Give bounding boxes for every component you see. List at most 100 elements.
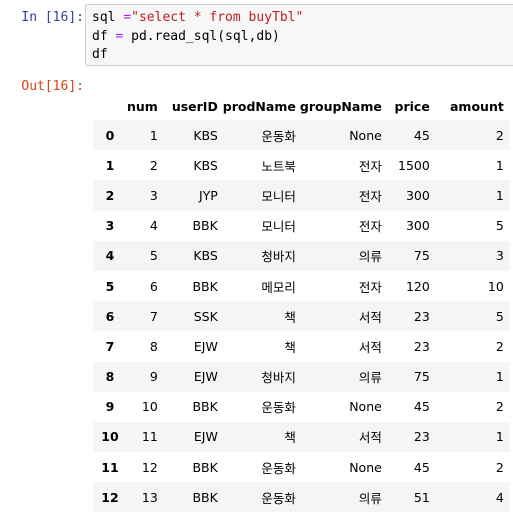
table-cell-num: 4 bbox=[149, 218, 158, 234]
table-cell-groupname: 서적 bbox=[358, 339, 382, 355]
output-prompt: Out[16]: bbox=[21, 79, 84, 94]
table-cell-num: 9 bbox=[149, 369, 158, 385]
table-cell-prodname: 운동화 bbox=[261, 400, 296, 416]
row-index: 11 bbox=[101, 459, 119, 475]
table-row: 9 10 BBK 운동화 None 45 2 bbox=[93, 391, 510, 422]
table-cell-groupname: 전자 bbox=[358, 219, 382, 235]
row-index: 2 bbox=[105, 187, 115, 203]
table-header-row: num userID prodName groupName price amou… bbox=[93, 92, 510, 120]
table-cell-groupname: None bbox=[349, 459, 382, 475]
table-cell-amount: 4 bbox=[495, 489, 504, 505]
table-cell-num: 6 bbox=[149, 278, 158, 294]
table-cell-prodname: 노트북 bbox=[261, 158, 296, 174]
table-cell-amount: 10 bbox=[487, 278, 504, 294]
code-operator: = bbox=[123, 10, 132, 25]
table-cell-groupname: 전자 bbox=[358, 158, 382, 174]
table-cell-amount: 2 bbox=[495, 459, 504, 475]
table-cell-amount: 1 bbox=[495, 369, 504, 385]
table-cell-amount: 5 bbox=[495, 308, 504, 324]
table-row: 0 1 KBS 운동화 None 45 2 bbox=[93, 120, 510, 151]
table-cell-price: 23 bbox=[413, 308, 430, 324]
table-row: 2 3 JYP 모니터 전자 300 1 bbox=[93, 180, 510, 211]
table-cell-prodname: 메모리 bbox=[261, 279, 296, 295]
code-line-1: sql ="select * from buyTbl" bbox=[92, 9, 513, 28]
column-header: amount bbox=[450, 98, 504, 114]
table-cell-groupname: 의류 bbox=[358, 249, 382, 265]
table-row: 3 4 BBK 모니터 전자 300 5 bbox=[93, 210, 510, 241]
table-cell-price: 75 bbox=[413, 369, 430, 385]
code-string: "select * from buyTbl" bbox=[131, 10, 304, 25]
table-cell-userid: KBS bbox=[193, 248, 218, 264]
table-cell-prodname: 운동화 bbox=[261, 128, 296, 144]
table-cell-price: 300 bbox=[405, 218, 430, 234]
input-prompt: In [16]: bbox=[21, 10, 84, 25]
column-header: userID bbox=[171, 98, 218, 114]
table-cell-groupname: 서적 bbox=[358, 309, 382, 325]
table-row: 12 13 BBK 운동화 의류 51 4 bbox=[93, 482, 510, 513]
table-cell-num: 8 bbox=[149, 338, 158, 354]
table-cell-amount: 2 bbox=[495, 127, 504, 143]
table-cell-amount: 1 bbox=[495, 157, 504, 173]
row-index: 3 bbox=[105, 218, 115, 234]
table-cell-amount: 5 bbox=[495, 218, 504, 234]
code-line-2: df = pd.read_sql(sql,db) bbox=[92, 28, 513, 47]
table-row: 10 11 EJW 책 서적 23 1 bbox=[93, 421, 510, 453]
table-cell-userid: KBS bbox=[193, 127, 218, 143]
table-cell-prodname: 책 bbox=[284, 339, 296, 355]
table-cell-price: 300 bbox=[405, 187, 430, 203]
table-cell-userid: BBK bbox=[192, 399, 218, 415]
table-cell-num: 12 bbox=[141, 459, 158, 475]
table-cell-userid: KBS bbox=[193, 157, 218, 173]
table-cell-prodname: 청바지 bbox=[261, 370, 296, 386]
table-cell-groupname: 전자 bbox=[358, 279, 382, 295]
table-cell-amount: 1 bbox=[495, 187, 504, 203]
table-cell-groupname: None bbox=[349, 127, 382, 143]
table-cell-groupname: None bbox=[349, 399, 382, 415]
table-cell-price: 45 bbox=[413, 127, 430, 143]
table-cell-num: 1 bbox=[149, 127, 158, 143]
table-cell-amount: 2 bbox=[495, 399, 504, 415]
table-cell-price: 120 bbox=[405, 278, 430, 294]
row-index: 6 bbox=[105, 308, 115, 324]
table-cell-userid: EJW bbox=[193, 429, 218, 445]
table-cell-amount: 1 bbox=[495, 429, 504, 445]
code-token: pd.read_sql(sql,db) bbox=[123, 28, 280, 44]
table-cell-groupname: 의류 bbox=[358, 490, 382, 506]
table-cell-prodname: 모니터 bbox=[261, 188, 296, 204]
table-cell-num: 5 bbox=[149, 248, 158, 264]
code-token: df bbox=[92, 28, 116, 44]
table-cell-price: 51 bbox=[413, 489, 430, 505]
dataframe-table: num userID prodName groupName price amou… bbox=[93, 92, 510, 513]
table-cell-userid: BBK bbox=[192, 459, 218, 475]
table-cell-prodname: 청바지 bbox=[261, 249, 296, 265]
table-cell-groupname: 서적 bbox=[358, 430, 382, 446]
table-cell-amount: 3 bbox=[495, 248, 504, 264]
table-cell-userid: BBK bbox=[192, 489, 218, 505]
table-cell-price: 23 bbox=[413, 429, 430, 445]
table-cell-userid: SSK bbox=[193, 308, 218, 324]
column-header: price bbox=[394, 98, 430, 114]
table-cell-groupname: 전자 bbox=[358, 188, 382, 204]
table-cell-price: 45 bbox=[413, 399, 430, 415]
row-index: 12 bbox=[101, 489, 119, 505]
table-cell-userid: EJW bbox=[193, 369, 218, 385]
table-cell-prodname: 책 bbox=[284, 430, 296, 446]
table-row: 7 8 EJW 책 서적 23 2 bbox=[93, 331, 510, 362]
table-cell-userid: BBK bbox=[192, 218, 218, 234]
table-cell-prodname: 운동화 bbox=[261, 460, 296, 476]
row-index: 5 bbox=[105, 278, 115, 294]
column-header: groupName bbox=[299, 98, 382, 114]
row-index: 4 bbox=[105, 248, 115, 264]
index-header bbox=[93, 92, 127, 120]
code-editor[interactable]: sql ="select * from buyTbl" df = pd.read… bbox=[85, 4, 513, 66]
table-cell-price: 23 bbox=[413, 338, 430, 354]
column-header: num bbox=[127, 98, 158, 114]
row-index: 10 bbox=[101, 429, 119, 445]
table-cell-num: 2 bbox=[149, 157, 158, 173]
table-cell-num: 3 bbox=[149, 187, 158, 203]
code-line-3: df bbox=[92, 47, 108, 62]
table-cell-price: 1500 bbox=[398, 157, 430, 173]
table-row: 1 2 KBS 노트북 전자 1500 1 bbox=[93, 150, 510, 181]
table-row: 8 9 EJW 청바지 의류 75 1 bbox=[93, 361, 510, 392]
table-body: 0 1 KBS 운동화 None 45 2 1 2 KBS 노트북 전자 1500 1 2 3 JYP 모니터 전자… bbox=[93, 120, 510, 513]
